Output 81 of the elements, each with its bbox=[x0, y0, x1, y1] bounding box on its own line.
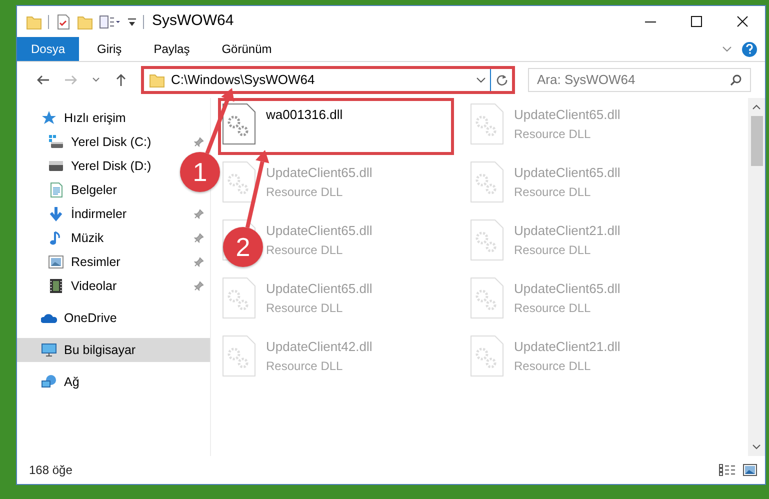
sidebar-item[interactable]: Ağ bbox=[17, 370, 210, 394]
file-name: UpdateClient65.dll bbox=[266, 280, 372, 298]
sidebar-item[interactable]: İndirmeler bbox=[71, 204, 127, 224]
file-type: Resource DLL bbox=[514, 242, 592, 258]
file-name: UpdateClient65.dll bbox=[266, 164, 372, 182]
picture-icon bbox=[48, 254, 64, 270]
dll-file-icon bbox=[470, 161, 504, 203]
file-name: UpdateClient21.dll bbox=[514, 222, 620, 240]
ribbon-tab[interactable]: Paylaş bbox=[140, 37, 204, 61]
ribbon-tab[interactable]: Dosya bbox=[17, 37, 80, 61]
file-name: UpdateClient65.dll bbox=[514, 106, 620, 124]
file-type: Resource DLL bbox=[266, 184, 344, 200]
properties-icon bbox=[99, 14, 121, 30]
scroll-down-icon bbox=[752, 444, 761, 450]
file-name: UpdateClient42.dll bbox=[266, 338, 372, 356]
drive-icon bbox=[48, 158, 64, 174]
maximize-icon bbox=[690, 16, 702, 27]
checklist-icon bbox=[55, 14, 71, 30]
scroll-up-icon bbox=[752, 104, 761, 110]
file-name: UpdateClient65.dll bbox=[266, 222, 372, 240]
dll-file-icon bbox=[470, 219, 504, 261]
file-type: Resource DLL bbox=[514, 184, 592, 200]
dll-file-icon bbox=[222, 103, 256, 145]
file-type: Resource DLL bbox=[266, 358, 344, 374]
file-name: UpdateClient21.dll bbox=[514, 338, 620, 356]
ribbon-tab[interactable]: Giriş bbox=[83, 37, 136, 61]
address-path: C:\Windows\SysWOW64 bbox=[171, 71, 315, 90]
dll-file-icon bbox=[470, 277, 504, 319]
file-type: Resource DLL bbox=[266, 242, 344, 258]
network-icon bbox=[41, 374, 57, 390]
expand-ribbon-icon bbox=[722, 45, 732, 53]
search-field[interactable]: Ara: SysWOW64 bbox=[528, 68, 751, 92]
sidebar-item[interactable]: Videolar bbox=[71, 276, 117, 296]
search-icon bbox=[730, 74, 742, 86]
file-type: Resource DLL bbox=[514, 358, 592, 374]
item-count: 168 öğe bbox=[29, 462, 72, 479]
refresh-icon bbox=[496, 74, 508, 86]
scrollbar-thumb[interactable] bbox=[750, 116, 762, 166]
sidebar-item[interactable]: Resimler bbox=[71, 252, 120, 272]
dll-file-icon bbox=[470, 335, 504, 377]
callout-arrow bbox=[205, 88, 234, 154]
ribbon-tab[interactable]: Görünüm bbox=[208, 37, 286, 61]
dll-file-icon bbox=[222, 335, 256, 377]
dropdown-chevron-icon bbox=[476, 76, 486, 84]
large-icons-view-button[interactable] bbox=[743, 464, 757, 476]
film-icon bbox=[48, 278, 64, 294]
file-type: Resource DLL bbox=[514, 126, 592, 142]
file-item[interactable]: wa001316.dll bbox=[218, 98, 454, 155]
drive-icon bbox=[48, 134, 64, 150]
sidebar-item[interactable]: OneDrive bbox=[17, 306, 210, 330]
download-arrow-icon bbox=[48, 206, 64, 222]
dll-file-icon bbox=[470, 103, 504, 145]
sidebar-item[interactable]: Yerel Disk (C:) bbox=[71, 132, 152, 152]
file-name: wa001316.dll bbox=[266, 106, 343, 124]
file-name: UpdateClient65.dll bbox=[514, 164, 620, 182]
details-view-icon bbox=[719, 464, 735, 476]
question-mark-icon bbox=[746, 44, 753, 54]
file-type: Resource DLL bbox=[266, 300, 344, 316]
close-icon bbox=[736, 16, 748, 27]
sidebar-item[interactable]: Müzik bbox=[71, 228, 104, 248]
monitor-icon bbox=[41, 342, 57, 358]
window-title: SysWOW64 bbox=[152, 11, 234, 32]
file-name: UpdateClient65.dll bbox=[514, 280, 620, 298]
details-view-button[interactable] bbox=[719, 464, 735, 476]
document-icon bbox=[48, 182, 64, 198]
sidebar-item[interactable]: Hızlı erişim bbox=[17, 106, 210, 130]
folder-icon bbox=[26, 14, 42, 30]
scrollbar[interactable] bbox=[748, 98, 765, 456]
sidebar-item[interactable]: Bu bilgisayar bbox=[17, 338, 210, 362]
picture-icon bbox=[743, 464, 757, 476]
address-bar[interactable]: C:\Windows\SysWOW64 bbox=[141, 66, 515, 94]
folder-icon bbox=[77, 14, 93, 30]
star-icon bbox=[41, 110, 57, 126]
file-type: Resource DLL bbox=[514, 300, 592, 316]
help-icon[interactable] bbox=[742, 42, 757, 56]
dll-file-icon bbox=[222, 161, 256, 203]
sidebar-item[interactable]: Belgeler bbox=[71, 180, 117, 200]
sidebar-item[interactable]: Yerel Disk (D:) bbox=[71, 156, 152, 176]
minimize-icon bbox=[644, 20, 656, 22]
dll-file-icon bbox=[222, 277, 256, 319]
folder-icon bbox=[149, 72, 165, 88]
